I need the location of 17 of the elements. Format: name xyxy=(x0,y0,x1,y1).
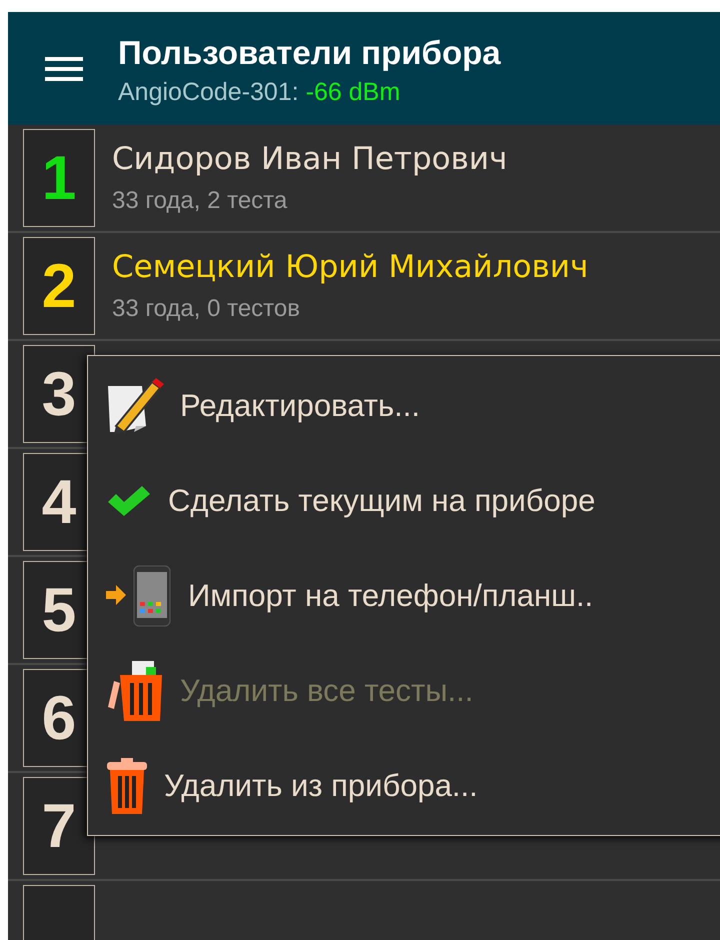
phone-icon xyxy=(106,564,172,628)
user-number: 1 xyxy=(23,129,95,227)
screen-title: Пользователи прибора xyxy=(118,34,501,72)
menu-icon[interactable] xyxy=(45,54,83,82)
trash-with-papers-icon xyxy=(106,658,164,722)
pencil-icon xyxy=(106,376,164,436)
user-details: 33 года, 0 тестов xyxy=(112,295,302,323)
user-details: 33 года, 2 теста xyxy=(112,187,288,215)
device-name: AngioCode-301: xyxy=(118,78,299,107)
check-icon xyxy=(106,484,152,518)
user-number: 2 xyxy=(23,237,95,335)
signal-strength: -66 dBm xyxy=(306,78,400,107)
trash-icon xyxy=(106,758,148,814)
user-number: 3 xyxy=(23,345,95,443)
user-number: 7 xyxy=(23,777,95,875)
user-name: Семецкий Юрий Михайлович xyxy=(112,249,588,285)
user-name: Сидоров Иван Петрович xyxy=(112,141,508,177)
